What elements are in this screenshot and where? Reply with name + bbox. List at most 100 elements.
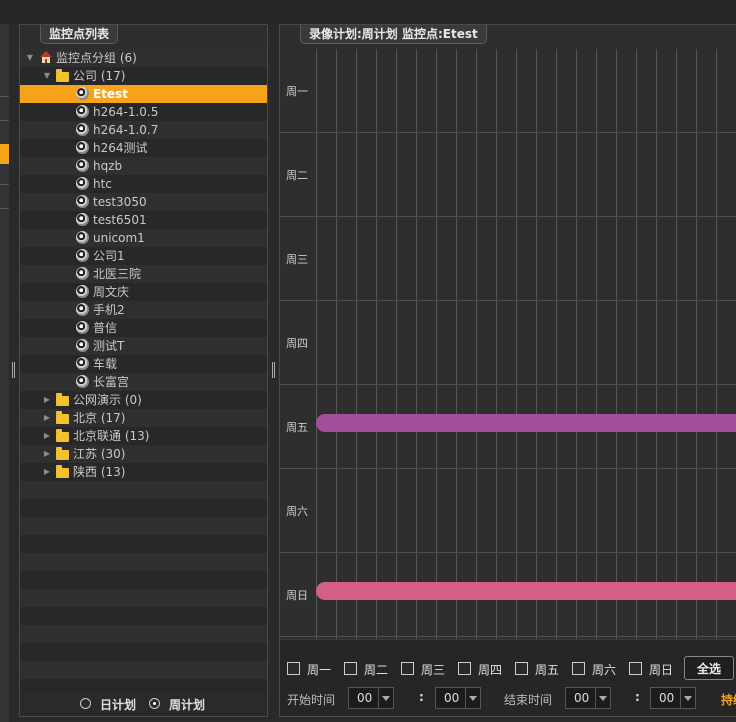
expanded-arrow-icon[interactable]: ▼ xyxy=(42,67,52,85)
chevron-down-icon[interactable] xyxy=(595,688,610,708)
tree-node-label[interactable]: 北医三院 xyxy=(93,265,141,283)
day-row[interactable]: 周二 xyxy=(280,133,736,217)
tree-camera-node[interactable]: h264-1.0.5 xyxy=(20,103,267,121)
tree-camera-node[interactable]: test6501 xyxy=(20,211,267,229)
tree-node-label[interactable]: Etest xyxy=(93,85,128,103)
start-hour-select[interactable]: 00 xyxy=(348,687,394,709)
daily-plan-label[interactable]: 日计划 xyxy=(100,696,136,713)
tree-group-node[interactable]: ▶ 公网演示 (0) xyxy=(20,391,267,409)
tree-camera-node[interactable]: 车载 xyxy=(20,355,267,373)
tree-node-label[interactable]: h264-1.0.7 xyxy=(93,121,158,139)
day-checkbox-label[interactable]: 周一 xyxy=(307,661,331,678)
tree-node-label[interactable]: 普信 xyxy=(93,319,117,337)
day-checkbox-label[interactable]: 周三 xyxy=(421,661,445,678)
day-checkbox-label[interactable]: 周日 xyxy=(649,661,673,678)
tree-group-node[interactable]: ▼ 监控点分组 (6) xyxy=(20,49,267,67)
tree-camera-node[interactable]: 长富宫 xyxy=(20,373,267,391)
day-checkbox-label[interactable]: 周四 xyxy=(478,661,502,678)
weekly-plan-radio[interactable] xyxy=(149,698,160,709)
tree-camera-node[interactable]: h264-1.0.7 xyxy=(20,121,267,139)
tree-group-node[interactable]: ▶ 江苏 (30) xyxy=(20,445,267,463)
tree-node-label[interactable]: 公司 (17) xyxy=(73,67,125,85)
day-checkbox-label[interactable]: 周五 xyxy=(535,661,559,678)
tree-node-label[interactable]: 江苏 (30) xyxy=(73,445,125,463)
tree-camera-node[interactable]: h264测试 xyxy=(20,139,267,157)
middle-splitter[interactable] xyxy=(269,24,279,722)
tree-group-node[interactable]: ▶ 北京联通 (13) xyxy=(20,427,267,445)
tree-node-label[interactable]: h264测试 xyxy=(93,139,148,157)
tree-camera-node[interactable]: 公司1 xyxy=(20,247,267,265)
tree-node-label[interactable]: unicom1 xyxy=(93,229,145,247)
tree-node-label[interactable]: htc xyxy=(93,175,112,193)
day-checkbox[interactable] xyxy=(287,662,300,675)
splitter-grip-icon[interactable] xyxy=(272,362,276,378)
day-checkbox[interactable] xyxy=(515,662,528,675)
day-row[interactable]: 周三 xyxy=(280,217,736,301)
tree-node-label[interactable]: test3050 xyxy=(93,193,147,211)
collapsed-arrow-icon[interactable]: ▶ xyxy=(42,391,52,409)
tree-group-node[interactable]: ▶ 陕西 (13) xyxy=(20,463,267,481)
tree-camera-node[interactable]: Etest xyxy=(20,85,267,103)
day-checkbox-label[interactable]: 周二 xyxy=(364,661,388,678)
monitor-point-list-tab[interactable]: 监控点列表 xyxy=(40,25,119,44)
day-checkbox[interactable] xyxy=(344,662,357,675)
day-label: 周一 xyxy=(286,85,308,98)
day-label: 周五 xyxy=(286,421,308,434)
expanded-arrow-icon[interactable]: ▼ xyxy=(25,49,35,67)
camera-icon xyxy=(76,105,89,118)
day-checkbox-label[interactable]: 周六 xyxy=(592,661,616,678)
recording-bar[interactable] xyxy=(316,582,736,600)
tree-group-node[interactable]: ▼ 公司 (17) xyxy=(20,67,267,85)
tree-camera-node[interactable]: 手机2 xyxy=(20,301,267,319)
chevron-down-icon[interactable] xyxy=(680,688,695,708)
tree-camera-node[interactable]: unicom1 xyxy=(20,229,267,247)
day-row[interactable]: 周一 xyxy=(280,49,736,133)
tree-node-label[interactable]: h264-1.0.5 xyxy=(93,103,158,121)
tree-node-label[interactable]: 北京联通 (13) xyxy=(73,427,149,445)
tree-camera-node[interactable]: 北医三院 xyxy=(20,265,267,283)
left-panel-selected-item[interactable] xyxy=(0,144,9,164)
tree-node-label[interactable]: 测试T xyxy=(93,337,124,355)
tree-group-node[interactable]: ▶ 北京 (17) xyxy=(20,409,267,427)
tree-camera-node[interactable]: 周文庆 xyxy=(20,283,267,301)
tree-camera-node[interactable]: hqzb xyxy=(20,157,267,175)
tree-node-label[interactable]: 公司1 xyxy=(93,247,125,265)
start-minute-select[interactable]: 00 xyxy=(435,687,481,709)
day-checkbox[interactable] xyxy=(401,662,414,675)
collapsed-arrow-icon[interactable]: ▶ xyxy=(42,463,52,481)
end-hour-select[interactable]: 00 xyxy=(565,687,611,709)
tree-camera-node[interactable]: test3050 xyxy=(20,193,267,211)
select-all-button[interactable]: 全选 xyxy=(684,656,734,680)
daily-plan-radio[interactable] xyxy=(80,698,91,709)
schedule-tab[interactable]: 录像计划:周计划 监控点:Etest xyxy=(300,25,487,44)
day-row[interactable]: 周四 xyxy=(280,301,736,385)
tree-node-label[interactable]: 车载 xyxy=(93,355,117,373)
day-checkbox[interactable] xyxy=(572,662,585,675)
tree-node-label[interactable]: 长富宫 xyxy=(93,373,129,391)
day-checkbox[interactable] xyxy=(458,662,471,675)
collapsed-arrow-icon[interactable]: ▶ xyxy=(42,445,52,463)
tree-node-label[interactable]: 周文庆 xyxy=(93,283,129,301)
chevron-down-icon[interactable] xyxy=(378,688,393,708)
left-splitter[interactable] xyxy=(9,24,19,722)
tree-node-label[interactable]: 监控点分组 (6) xyxy=(56,49,137,67)
collapsed-arrow-icon[interactable]: ▶ xyxy=(42,409,52,427)
chevron-down-icon[interactable] xyxy=(465,688,480,708)
tree-node-label[interactable]: 公网演示 (0) xyxy=(73,391,142,409)
splitter-grip-icon[interactable] xyxy=(12,362,16,378)
tree-node-label[interactable]: hqzb xyxy=(93,157,122,175)
tree-camera-node[interactable]: 测试T xyxy=(20,337,267,355)
tree-camera-node[interactable]: htc xyxy=(20,175,267,193)
end-minute-select[interactable]: 00 xyxy=(650,687,696,709)
weekly-plan-label[interactable]: 周计划 xyxy=(169,696,205,713)
tree-node-label[interactable]: test6501 xyxy=(93,211,147,229)
day-row[interactable]: 周六 xyxy=(280,469,736,553)
tree-node-label[interactable]: 手机2 xyxy=(93,301,125,319)
tree-camera-node[interactable]: 普信 xyxy=(20,319,267,337)
day-checkbox[interactable] xyxy=(629,662,642,675)
tree-node-label[interactable]: 北京 (17) xyxy=(73,409,125,427)
recording-bar[interactable] xyxy=(316,414,736,432)
collapsed-arrow-icon[interactable]: ▶ xyxy=(42,427,52,445)
tree-node-label[interactable]: 陕西 (13) xyxy=(73,463,125,481)
weekly-schedule-grid[interactable]: 周一 周二 周三 周四 周五 周六 周日 xyxy=(280,49,736,639)
